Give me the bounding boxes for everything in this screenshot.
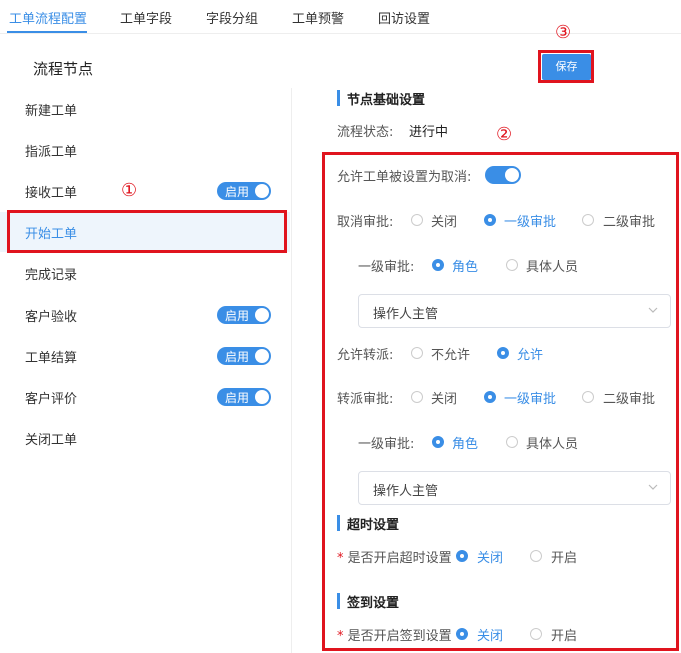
annotation-box-2: [322, 152, 679, 651]
acceptance-enable-toggle[interactable]: 启用: [217, 306, 271, 324]
toggle-label: 启用: [225, 309, 250, 323]
sidebar-item-label: 工单结算: [25, 351, 78, 366]
sidebar-item-complete[interactable]: 完成记录: [0, 253, 290, 293]
tab-field-groups[interactable]: 字段分组: [206, 8, 258, 27]
sidebar-item-label: 客户评价: [25, 392, 78, 407]
sidebar-item-new[interactable]: 新建工单: [0, 89, 290, 129]
annotation-box-3: [538, 50, 594, 83]
status-label: 流程状态:: [337, 125, 394, 140]
tab-revisit[interactable]: 回访设置: [378, 8, 430, 27]
toggle-knob: [255, 184, 269, 198]
sidebar-item-label: 指派工单: [25, 145, 78, 160]
sidebar-item-label: 接收工单: [25, 186, 78, 201]
sidebar-item-label: 关闭工单: [25, 433, 78, 448]
annotation-marker-1: ①: [121, 180, 138, 201]
sidebar-title: 流程节点: [33, 60, 94, 78]
tab-workflow-config[interactable]: 工单流程配置: [9, 8, 87, 27]
sidebar-item-label: 完成记录: [25, 268, 78, 283]
toggle-knob: [255, 390, 269, 404]
section-title-basic: 节点基础设置: [337, 89, 425, 108]
settlement-enable-toggle[interactable]: 启用: [217, 347, 271, 365]
toggle-label: 启用: [225, 350, 250, 364]
toggle-label: 启用: [225, 185, 250, 199]
annotation-box-1: [7, 210, 287, 253]
toggle-knob: [255, 308, 269, 322]
sidebar-item-label: 新建工单: [25, 104, 78, 119]
tab-warnings[interactable]: 工单预警: [292, 8, 344, 27]
toggle-knob: [255, 349, 269, 363]
sidebar-item-label: 客户验收: [25, 310, 78, 325]
toggle-label: 启用: [225, 391, 250, 405]
evaluation-enable-toggle[interactable]: 启用: [217, 388, 271, 406]
annotation-marker-2: ②: [496, 124, 513, 145]
tab-divider: [0, 33, 681, 34]
sidebar-item-assign[interactable]: 指派工单: [0, 130, 290, 170]
sidebar-divider: [291, 88, 292, 653]
receive-enable-toggle[interactable]: 启用: [217, 182, 271, 200]
tab-fields[interactable]: 工单字段: [120, 8, 172, 27]
sidebar-item-close[interactable]: 关闭工单: [0, 418, 290, 458]
annotation-marker-3: ③: [555, 22, 572, 43]
status-value: 进行中: [409, 125, 449, 140]
